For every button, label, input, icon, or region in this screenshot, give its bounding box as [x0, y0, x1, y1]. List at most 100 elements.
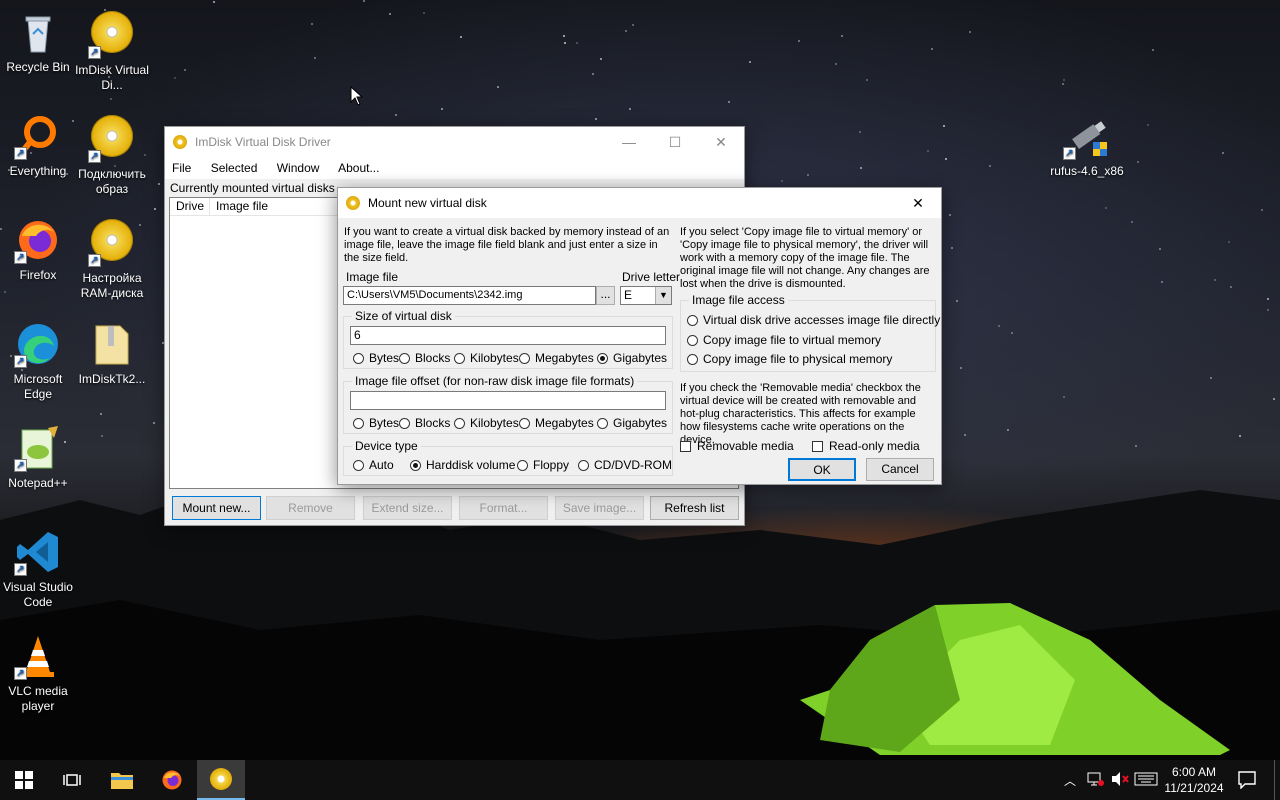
- desktop-icon-notepadpp[interactable]: ↗ Notepad++: [0, 424, 76, 491]
- imdisk-titlebar[interactable]: ImDisk Virtual Disk Driver — ☐ ✕: [165, 127, 744, 157]
- size-input[interactable]: 6: [350, 326, 666, 345]
- window-title: ImDisk Virtual Disk Driver: [195, 135, 331, 149]
- radio-label: Bytes: [369, 351, 400, 365]
- size-unit-megabytes[interactable]: Megabytes: [519, 351, 594, 365]
- offset-input[interactable]: [350, 391, 666, 410]
- star: [1105, 207, 1107, 209]
- offset-unit-gigabytes[interactable]: Gigabytes: [597, 416, 667, 430]
- taskbar-file-explorer[interactable]: [98, 760, 146, 800]
- star: [1147, 124, 1149, 126]
- removable-media-checkbox[interactable]: Removable media: [680, 439, 794, 453]
- desktop-icon-vscode[interactable]: ↗ Visual Studio Code: [0, 528, 76, 610]
- column-image-file[interactable]: Image file: [210, 198, 268, 215]
- desktop-icon-firefox[interactable]: ↗ Firefox: [0, 216, 76, 283]
- star: [423, 12, 425, 14]
- star: [629, 108, 631, 110]
- close-icon[interactable]: ✕: [698, 134, 744, 151]
- size-unit-bytes[interactable]: Bytes: [353, 351, 399, 365]
- menu-file[interactable]: File: [172, 161, 191, 175]
- device-type-auto[interactable]: Auto: [353, 458, 394, 472]
- desktop-icon-vlc[interactable]: ↗ VLC media player: [0, 632, 76, 714]
- folder-icon: [111, 773, 133, 789]
- size-unit-kilobytes[interactable]: Kilobytes: [454, 351, 519, 365]
- radio-label: Blocks: [415, 351, 451, 365]
- drive-letter-select[interactable]: E ▼: [620, 286, 672, 305]
- cancel-button[interactable]: Cancel: [866, 458, 934, 481]
- notification-center-icon[interactable]: [1238, 771, 1256, 792]
- keyboard-icon[interactable]: [1134, 772, 1158, 789]
- size-unit-blocks[interactable]: Blocks: [399, 351, 450, 365]
- star: [625, 30, 627, 32]
- device-type-floppy[interactable]: Floppy: [517, 458, 569, 472]
- star: [101, 435, 103, 437]
- star: [1267, 298, 1269, 300]
- device-type-group-label: Device type: [352, 439, 421, 453]
- maximize-icon[interactable]: ☐: [652, 134, 698, 151]
- desktop-icon-ram-disk-settings[interactable]: ↗ Настройка RAM-диска: [74, 216, 150, 301]
- star: [1161, 281, 1163, 283]
- radio-label: Harddisk volume: [426, 458, 516, 472]
- size-unit-gigabytes[interactable]: Gigabytes: [597, 351, 667, 365]
- star: [1007, 429, 1009, 431]
- taskbar-firefox[interactable]: [148, 760, 196, 800]
- star: [632, 24, 634, 26]
- offset-unit-kilobytes[interactable]: Kilobytes: [454, 416, 519, 430]
- access-virtual-memory[interactable]: Copy image file to virtual memory: [687, 333, 881, 347]
- desktop-icon-label: Настройка RAM-диска: [80, 271, 144, 300]
- offset-group-label: Image file offset (for non-raw disk imag…: [352, 374, 638, 388]
- format-button[interactable]: Format...: [459, 496, 548, 520]
- star: [154, 208, 156, 210]
- offset-unit-megabytes[interactable]: Megabytes: [519, 416, 594, 430]
- taskbar-imdisk[interactable]: [197, 760, 245, 800]
- desktop-icon-imdisktk[interactable]: ImDiskTk2...: [74, 320, 150, 387]
- star: [311, 23, 313, 25]
- refresh-list-button[interactable]: Refresh list: [650, 496, 739, 520]
- checkbox-label: Read-only media: [829, 439, 920, 453]
- access-physical-memory[interactable]: Copy image file to physical memory: [687, 352, 892, 366]
- volume-muted-icon[interactable]: [1110, 771, 1130, 790]
- start-button[interactable]: [0, 760, 48, 800]
- offset-unit-bytes[interactable]: Bytes: [353, 416, 399, 430]
- offset-unit-blocks[interactable]: Blocks: [399, 416, 450, 430]
- desktop-icon-imdisk[interactable]: ↗ ImDisk Virtual Di...: [74, 8, 150, 93]
- device-type-harddisk[interactable]: Harddisk volume: [410, 458, 515, 472]
- column-drive[interactable]: Drive: [170, 198, 210, 215]
- close-icon[interactable]: ✕: [895, 195, 941, 212]
- remove-button[interactable]: Remove: [266, 496, 355, 520]
- clock-date: 11/21/2024: [1164, 781, 1224, 795]
- desktop-icon-mount-image[interactable]: ↗ Подключить образ: [74, 112, 150, 197]
- desktop-icon-everything[interactable]: ↗ Everything: [0, 112, 76, 179]
- extend-size-button[interactable]: Extend size...: [363, 496, 452, 520]
- mount-new-button[interactable]: Mount new...: [172, 496, 261, 520]
- save-image-button[interactable]: Save image...: [555, 496, 644, 520]
- minimize-icon[interactable]: —: [606, 134, 652, 150]
- browse-button[interactable]: ...: [596, 286, 615, 305]
- show-desktop-button[interactable]: [1274, 760, 1280, 800]
- image-file-input[interactable]: C:\Users\VM5\Documents\2342.img: [343, 286, 596, 305]
- menu-about[interactable]: About...: [338, 161, 379, 175]
- chevron-down-icon[interactable]: ▼: [655, 287, 671, 304]
- imdisk-icon: ↗: [88, 219, 136, 267]
- show-hidden-icons-chevron[interactable]: ︿: [1062, 772, 1078, 789]
- desktop-icon-rufus[interactable]: ↗ rufus-4.6_x86: [1048, 112, 1126, 179]
- menu-selected[interactable]: Selected: [211, 161, 258, 175]
- copy-info-text: If you select 'Copy image file to virtua…: [680, 226, 930, 290]
- star: [1222, 152, 1224, 154]
- ok-button[interactable]: OK: [788, 458, 856, 481]
- radio-label: Gigabytes: [613, 416, 668, 430]
- star: [749, 61, 751, 63]
- intro-text: If you want to create a virtual disk bac…: [344, 226, 670, 264]
- desktop-icon-recycle-bin[interactable]: Recycle Bin: [0, 8, 76, 75]
- checkbox-icon: [812, 440, 823, 452]
- desktop-icon-edge[interactable]: ↗ Microsoft Edge: [0, 320, 76, 402]
- device-type-cdrom[interactable]: CD/DVD-ROM: [578, 458, 672, 472]
- mount-dialog-titlebar[interactable]: Mount new virtual disk ✕: [338, 188, 941, 218]
- task-view-button[interactable]: [48, 760, 96, 800]
- menu-window[interactable]: Window: [277, 161, 320, 175]
- star: [441, 108, 443, 110]
- network-icon[interactable]: [1086, 771, 1104, 790]
- access-direct[interactable]: Virtual disk drive accesses image file d…: [687, 313, 940, 327]
- clock[interactable]: 6:00 AM 11/21/2024: [1162, 764, 1226, 796]
- read-only-media-checkbox[interactable]: Read-only media: [812, 439, 920, 453]
- star: [927, 150, 929, 152]
